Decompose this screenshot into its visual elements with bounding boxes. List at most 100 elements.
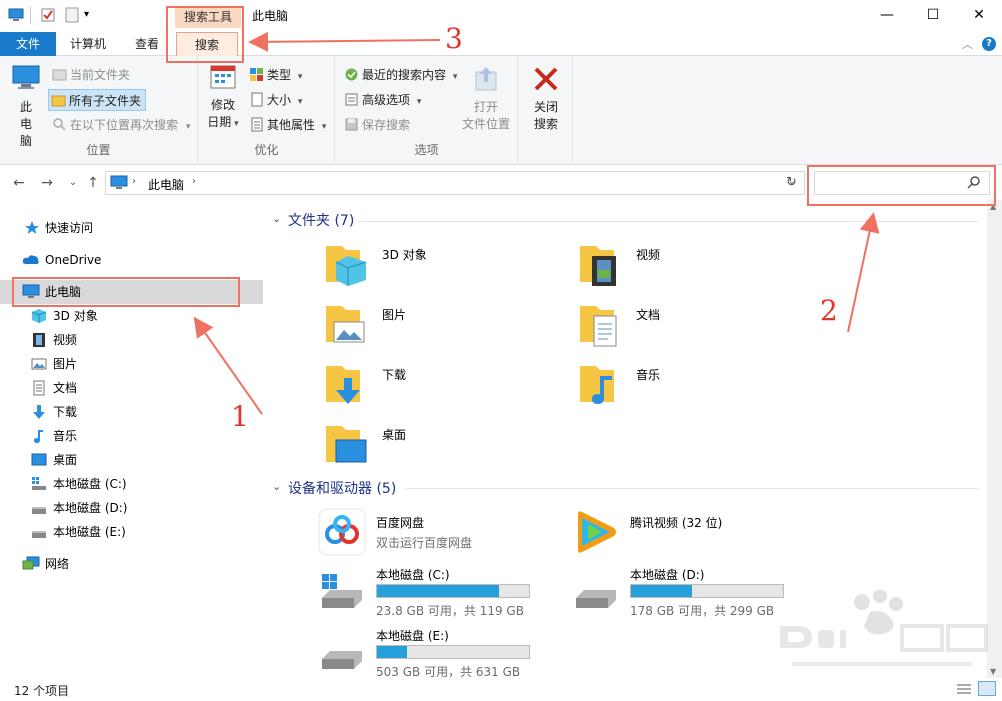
size-icon — [249, 92, 264, 107]
date-modified-button[interactable]: 修改 日期 ▾ — [205, 62, 241, 133]
annotation-box-search — [807, 165, 996, 206]
nav-item-videos[interactable]: 视频 — [0, 328, 263, 352]
current-folder-label: 当前文件夹 — [70, 68, 131, 82]
nav-item-label: 下载 — [53, 405, 78, 419]
nav-item-pictures[interactable]: 图片 — [0, 352, 263, 376]
close-button[interactable]: ✕ — [956, 0, 1002, 30]
nav-item-network[interactable]: 网络 — [0, 552, 263, 576]
recent-locations-button[interactable]: ⌄ — [64, 174, 82, 192]
app-label: 百度网盘 — [376, 516, 425, 530]
chevron-down-icon: ▾ — [416, 97, 422, 107]
nav-item-onedrive[interactable]: OneDrive — [0, 248, 263, 272]
save-search-button[interactable]: 保存搜索 — [342, 114, 410, 136]
search-again-in-button[interactable]: 在以下位置再次搜索 ▾ — [50, 114, 190, 136]
folder-pictures[interactable]: 图片 — [324, 300, 574, 356]
ribbon-group-options: 最近的搜索内容 ▾ 高级选项 ▾ 保存搜索 打开 文件位置 选项 — [336, 56, 518, 162]
nav-item-3d-objects[interactable]: 3D 对象 — [0, 304, 263, 328]
folder-3d-objects[interactable]: 3D 对象 — [324, 240, 574, 296]
annotation-number-3: 3 — [445, 22, 463, 55]
forward-button[interactable]: → — [38, 174, 56, 192]
refresh-icon[interactable]: ↻ — [786, 175, 797, 190]
chevron-down-icon: ▾ — [321, 122, 327, 132]
breadcrumb-this-pc[interactable]: 此电脑 — [148, 176, 184, 193]
annotation-box-search-tab — [166, 6, 244, 63]
folder-downloads[interactable]: 下载 — [324, 360, 574, 416]
tab-file[interactable]: 文件 — [0, 32, 56, 56]
nav-item-quick-access[interactable]: 快速访问 — [0, 216, 263, 240]
collapse-chevron-icon[interactable]: ⌄ — [272, 212, 281, 225]
breadcrumb-chevron-icon[interactable]: › — [132, 176, 136, 187]
minimize-ribbon-icon[interactable]: ︿ — [962, 36, 973, 52]
hard-drive-icon — [572, 566, 620, 614]
maximize-button[interactable]: ☐ — [910, 0, 956, 30]
nav-item-drive-c[interactable]: 本地磁盘 (C:) — [0, 472, 263, 496]
drive-free-space: 178 GB 可用，共 299 GB — [630, 604, 775, 618]
nav-item-label: OneDrive — [45, 253, 102, 267]
computer-icon — [12, 65, 40, 89]
nav-item-label: 本地磁盘 (E:) — [53, 525, 126, 539]
nav-item-label: 3D 对象 — [53, 309, 98, 323]
nav-item-drive-d[interactable]: 本地磁盘 (D:) — [0, 496, 263, 520]
computer-icon[interactable] — [8, 7, 24, 23]
download-arrow-icon — [324, 360, 372, 408]
ribbon-group-close: 关闭 搜索 — [519, 56, 573, 162]
collapse-chevron-icon[interactable]: ⌄ — [272, 480, 281, 493]
minimize-button[interactable]: — — [864, 0, 910, 30]
system-drive-icon — [318, 566, 366, 614]
nav-item-desktop[interactable]: 桌面 — [0, 448, 263, 472]
open-file-location-button[interactable]: 打开 文件位置 — [460, 64, 512, 133]
chevron-down-icon: ▾ — [452, 72, 458, 82]
current-folder-button[interactable]: 当前文件夹 — [50, 64, 130, 86]
open-file-location-label-line1: 打开 — [473, 100, 498, 114]
download-arrow-icon — [31, 404, 47, 420]
all-subfolders-button[interactable]: 所有子文件夹 — [48, 89, 147, 111]
folder-label: 下载 — [382, 368, 407, 382]
folder-documents[interactable]: 文档 — [578, 300, 828, 356]
save-search-label: 保存搜索 — [362, 118, 411, 132]
chevron-down-icon: ▾ — [297, 97, 303, 107]
all-subfolders-label: 所有子文件夹 — [69, 94, 142, 108]
close-search-button[interactable]: 关闭 搜索 — [525, 64, 567, 133]
search-again-icon — [52, 117, 67, 132]
new-folder-icon[interactable] — [64, 7, 80, 23]
folder-desktop[interactable]: 桌面 — [324, 420, 574, 476]
item-count: 12 个项目 — [14, 684, 70, 698]
customize-quick-access-icon[interactable]: ▾ — [84, 7, 100, 23]
app-tencent-video[interactable]: 腾讯视频 (32 位) — [572, 508, 822, 564]
kind-button[interactable]: 类型 ▾ — [247, 64, 302, 86]
breadcrumb-chevron-icon[interactable]: › — [192, 176, 196, 187]
nav-item-label: 音乐 — [53, 429, 78, 443]
ribbon-group-label: 选项 — [414, 143, 439, 157]
other-properties-button[interactable]: 其他属性 ▾ — [247, 114, 326, 136]
open-location-icon — [475, 67, 497, 91]
back-button[interactable]: ← — [10, 174, 28, 192]
details-view-icon[interactable] — [956, 682, 972, 699]
nav-item-downloads[interactable]: 下载 — [0, 400, 263, 424]
this-pc-button[interactable]: 此电脑 — [6, 62, 46, 150]
nav-item-label: 本地磁盘 (C:) — [53, 477, 127, 491]
advanced-options-button[interactable]: 高级选项 ▾ — [342, 89, 421, 111]
help-icon[interactable]: ? — [982, 37, 996, 51]
group-header-folders[interactable]: 文件夹 (7) — [288, 210, 354, 232]
baidu-jingyan-watermark-logo — [780, 590, 988, 666]
folder-videos[interactable]: 视频 — [578, 240, 828, 296]
drive-c[interactable]: 本地磁盘 (C:) 23.8 GB 可用，共 119 GB — [318, 566, 568, 622]
tab-computer[interactable]: 计算机 — [60, 32, 116, 56]
nav-item-drive-e[interactable]: 本地磁盘 (E:) — [0, 520, 263, 544]
kind-label: 类型 — [267, 68, 292, 82]
up-button[interactable]: ↑ — [84, 174, 102, 192]
nav-item-music[interactable]: 音乐 — [0, 424, 263, 448]
group-header-devices[interactable]: 设备和驱动器 (5) — [288, 478, 396, 500]
address-bar[interactable]: › 此电脑 › ⌄ — [105, 171, 805, 195]
large-icons-view-icon[interactable] — [978, 681, 996, 696]
hard-drive-icon — [31, 500, 47, 516]
size-button[interactable]: 大小 ▾ — [247, 89, 302, 111]
drive-e[interactable]: 本地磁盘 (E:) 503 GB 可用，共 631 GB — [318, 627, 568, 683]
open-file-location-label-line2: 文件位置 — [461, 117, 510, 131]
properties-icon[interactable] — [40, 7, 56, 23]
app-baidu-netdisk[interactable]: 百度网盘 双击运行百度网盘 — [318, 508, 568, 564]
document-icon — [31, 380, 47, 396]
recent-searches-button[interactable]: 最近的搜索内容 ▾ — [342, 64, 457, 86]
nav-item-documents[interactable]: 文档 — [0, 376, 263, 400]
folder-music[interactable]: 音乐 — [578, 360, 828, 416]
